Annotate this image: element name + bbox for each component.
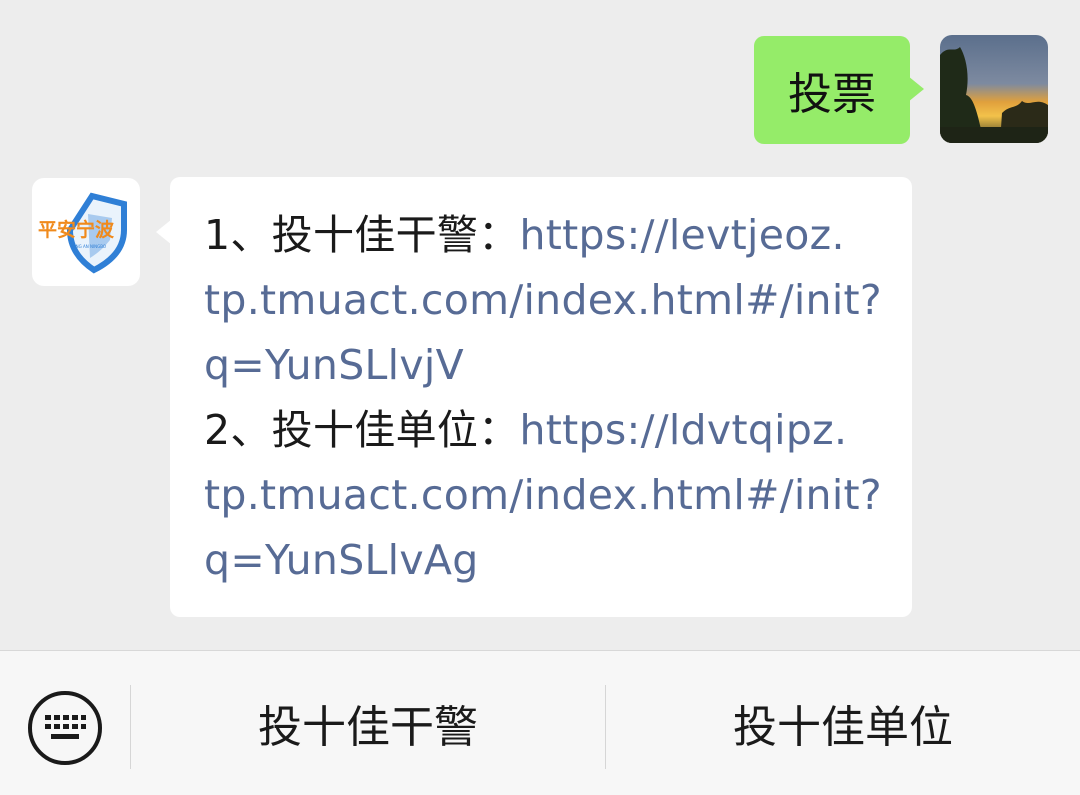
- message-line: 2、投十佳单位：https://ldvtqipz.: [204, 398, 892, 463]
- menu-button-label: 投十佳干警: [258, 702, 478, 753]
- message-link[interactable]: https://ldvtqipz.: [520, 406, 848, 454]
- official-account-avatar[interactable]: 平安宁波 PING AN NINGBO: [32, 178, 140, 286]
- outgoing-message-text: 投票: [788, 69, 876, 120]
- user-avatar[interactable]: [940, 35, 1048, 143]
- message-line: q=YunSLlvjV: [204, 333, 892, 398]
- ping-an-ningbo-logo: 平安宁波 PING AN NINGBO: [38, 192, 127, 274]
- chat-area: 投票 平安宁波 PING AN NINGBO 1、投十佳干警：https://l…: [0, 0, 1080, 650]
- message-line: 1、投十佳干警：https://levtjeoz.: [204, 203, 892, 268]
- outgoing-message-bubble[interactable]: 投票: [754, 36, 924, 144]
- message-line: q=YunSLlvAg: [204, 528, 892, 593]
- incoming-message-bubble: 1、投十佳干警：https://levtjeoz. tp.tmuact.com/…: [156, 177, 912, 617]
- logo-subtext: PING AN NINGBO: [72, 244, 106, 249]
- message-line: tp.tmuact.com/index.html#/init?: [204, 463, 892, 528]
- menu-button-top-unit[interactable]: 投十佳单位: [606, 651, 1080, 795]
- keyboard-toggle-button[interactable]: [28, 691, 102, 765]
- message-line-label: 1、投十佳干警：: [204, 211, 520, 259]
- message-link[interactable]: q=YunSLlvjV: [204, 341, 464, 389]
- message-link[interactable]: q=YunSLlvAg: [204, 536, 479, 584]
- message-link[interactable]: tp.tmuact.com/index.html#/init?: [204, 276, 882, 324]
- sunset-photo-icon: [940, 35, 1048, 143]
- logo-text: 平安宁波: [38, 218, 115, 241]
- menu-button-label: 投十佳单位: [733, 702, 953, 753]
- keyboard-icon: [45, 715, 86, 739]
- message-link[interactable]: https://levtjeoz.: [520, 211, 845, 259]
- message-link[interactable]: tp.tmuact.com/index.html#/init?: [204, 471, 882, 519]
- menu-button-top-police[interactable]: 投十佳干警: [131, 651, 605, 795]
- bottom-menu-bar: 投十佳干警 投十佳单位: [0, 650, 1080, 795]
- message-line: tp.tmuact.com/index.html#/init?: [204, 268, 892, 333]
- message-line-label: 2、投十佳单位：: [204, 406, 520, 454]
